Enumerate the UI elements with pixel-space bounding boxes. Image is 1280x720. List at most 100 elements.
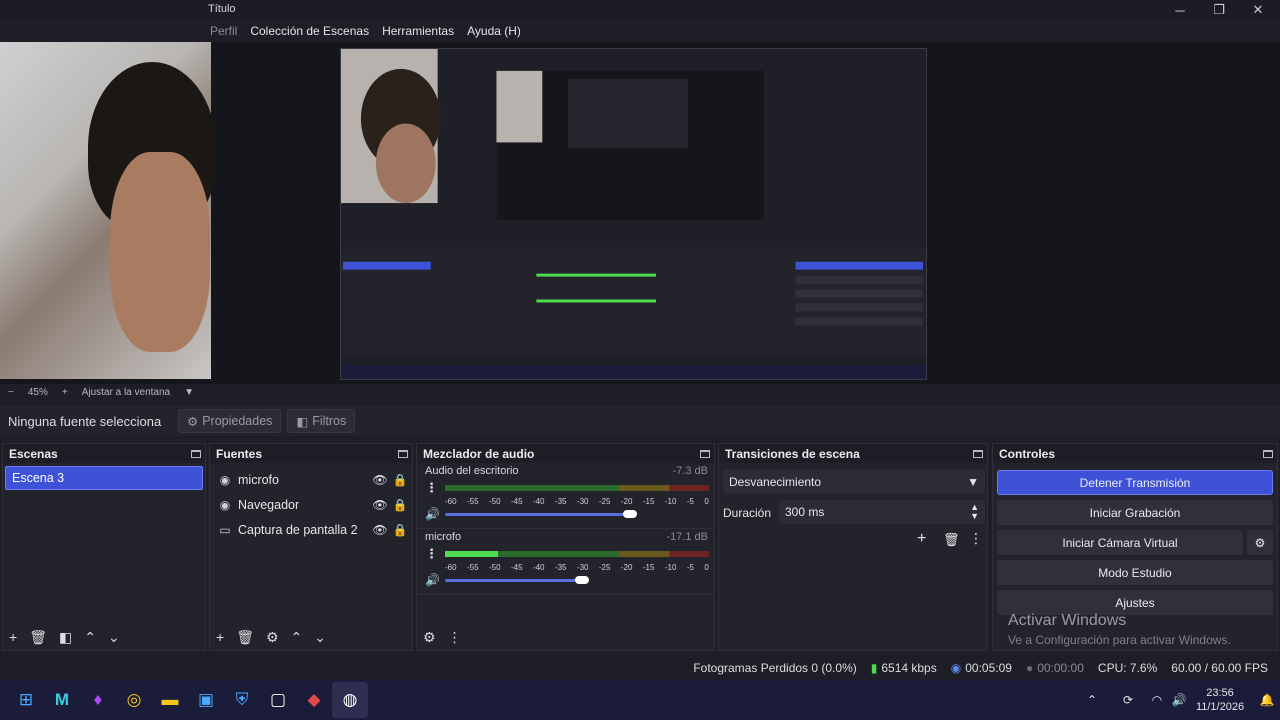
- chevron-up-icon[interactable]: ⌃: [84, 629, 96, 646]
- app-red-icon[interactable]: ◆: [296, 682, 332, 718]
- transitions-dock: Transiciones de escena Desvanecimiento ▼…: [718, 443, 988, 651]
- start-virtual-camera-button[interactable]: Iniciar Cámara Virtual: [997, 530, 1243, 555]
- channel-name: microfo: [425, 531, 462, 543]
- volume-knob[interactable]: [622, 510, 637, 518]
- app-m-icon[interactable]: M: [44, 682, 80, 718]
- source-item[interactable]: ◉ microfo 👁 🔒: [210, 467, 412, 492]
- undock-icon[interactable]: [1263, 449, 1273, 458]
- chrome-icon[interactable]: ◎: [116, 682, 152, 718]
- speaker-icon[interactable]: 🔊: [425, 507, 440, 521]
- meter-tick-label: -25: [598, 563, 611, 572]
- volume-knob[interactable]: [575, 576, 590, 584]
- meter-tick-label: -55: [466, 563, 479, 572]
- chevron-down-icon[interactable]: ⌄: [108, 629, 120, 646]
- store-icon[interactable]: ▣: [188, 682, 224, 718]
- monitor-icon: ▭: [219, 522, 231, 537]
- undock-icon[interactable]: [973, 449, 983, 458]
- volume-slider[interactable]: [445, 513, 630, 516]
- record-icon: ●: [1025, 661, 1034, 675]
- meter-tick-label: 0: [704, 497, 709, 506]
- scene-item[interactable]: Escena 3: [5, 466, 203, 490]
- meter-tick-label: -35: [554, 563, 567, 572]
- windows-start-icon[interactable]: ⊞: [8, 682, 44, 718]
- meter-tick-label: -10: [664, 563, 677, 572]
- app-shield-icon[interactable]: ♦: [80, 682, 116, 718]
- kebab-menu-icon[interactable]: ⋮: [448, 629, 462, 646]
- obs-icon[interactable]: ◍: [332, 682, 368, 718]
- speaker-icon[interactable]: 🔊: [425, 573, 440, 587]
- gear-icon[interactable]: ⚙: [266, 629, 279, 646]
- stop-stream-button[interactable]: Detener Transmisión: [997, 470, 1273, 495]
- chevron-up-icon[interactable]: ⌃: [291, 629, 303, 646]
- duration-input[interactable]: 300 ms ▲ ▼: [779, 500, 985, 524]
- lock-icon[interactable]: 🔒: [392, 473, 408, 487]
- eye-icon[interactable]: 👁: [372, 473, 388, 487]
- wifi-icon[interactable]: ◠: [1146, 682, 1168, 718]
- menu-herramientas[interactable]: Herramientas: [382, 24, 454, 38]
- volume-icon[interactable]: 🔊: [1168, 682, 1190, 718]
- menu-bar: Perfil Colección de Escenas Herramientas…: [210, 20, 521, 42]
- zoom-out-button[interactable]: −: [8, 387, 14, 398]
- security-icon[interactable]: ⛨: [224, 682, 260, 718]
- scenes-dock: Escenas Escena 3 + 🗑 ◧ ⌃ ⌄: [2, 443, 206, 651]
- add-icon[interactable]: +: [917, 530, 926, 548]
- zoom-in-button[interactable]: +: [62, 387, 68, 398]
- audio-mixer-dock: Mezclador de audio Audio del escritorio …: [416, 443, 715, 651]
- channel-db: -7.3 dB: [672, 465, 708, 477]
- minimize-button[interactable]: ─: [1160, 0, 1200, 20]
- zoom-bar: − 45% + Ajustar a la ventana ▼: [0, 384, 1280, 400]
- source-item[interactable]: ◉ Navegador 👁 🔒: [210, 492, 412, 517]
- kebab-menu-icon[interactable]: ⋮: [425, 547, 438, 560]
- kebab-menu-icon[interactable]: ⋮: [969, 530, 983, 547]
- lock-icon[interactable]: 🔒: [392, 523, 408, 537]
- trash-icon[interactable]: 🗑: [943, 532, 960, 548]
- kebab-menu-icon[interactable]: ⋮: [425, 481, 438, 494]
- menu-perfil[interactable]: Perfil: [210, 24, 237, 38]
- chevron-up-icon[interactable]: ⌃: [1074, 682, 1110, 718]
- mixer-title: Mezclador de audio: [423, 446, 535, 461]
- folder-icon[interactable]: ▬: [152, 682, 188, 718]
- meter-tick-label: -30: [576, 563, 589, 572]
- meter-tick-label: -60: [445, 563, 457, 572]
- fit-window-label[interactable]: Ajustar a la ventana: [82, 387, 170, 398]
- gear-icon[interactable]: ⚙: [423, 629, 436, 646]
- add-icon[interactable]: +: [216, 629, 224, 645]
- dropped-frames: Fotogramas Perdidos 0 (0.0%): [693, 661, 857, 675]
- lock-icon[interactable]: 🔒: [392, 498, 408, 512]
- zoom-dropdown-icon[interactable]: ▼: [184, 387, 194, 398]
- meter-tick-label: -40: [532, 497, 545, 506]
- undock-icon[interactable]: [700, 449, 710, 458]
- mixer-channel: Audio del escritorio -7.3 dB ⋮ -60 -55 -50…: [417, 463, 714, 529]
- meter-tick-label: -5: [686, 563, 694, 572]
- add-icon[interactable]: +: [9, 629, 17, 645]
- app-box-icon[interactable]: ▢: [260, 682, 296, 718]
- undock-icon[interactable]: [398, 449, 408, 458]
- studio-mode-button[interactable]: Modo Estudio: [997, 560, 1273, 585]
- menu-ayuda[interactable]: Ayuda (H): [467, 24, 521, 38]
- globe-icon: ◉: [219, 497, 231, 512]
- clock[interactable]: 23:56 11/1/2026: [1190, 686, 1250, 714]
- properties-button[interactable]: ⚙ Propiedades: [178, 409, 282, 433]
- spin-icon[interactable]: ▲ ▼: [970, 503, 979, 521]
- notification-icon[interactable]: 🔔: [1254, 682, 1280, 718]
- volume-slider[interactable]: [445, 579, 583, 582]
- menu-coleccion-escenas[interactable]: Colección de Escenas: [250, 24, 369, 38]
- transition-select[interactable]: Desvanecimiento ▼: [723, 470, 985, 494]
- meter-tick-label: -10: [664, 497, 677, 506]
- source-item[interactable]: ▭ Captura de pantalla 2 👁 🔒: [210, 517, 412, 542]
- close-button[interactable]: ✕: [1238, 0, 1278, 20]
- eye-icon[interactable]: 👁: [372, 498, 388, 512]
- trash-icon[interactable]: 🗑: [29, 629, 47, 646]
- undock-icon[interactable]: [191, 449, 201, 458]
- maximize-button[interactable]: ❐: [1199, 0, 1239, 20]
- filters-button[interactable]: ◧ Filtros: [287, 409, 356, 433]
- eye-icon[interactable]: 👁: [372, 523, 388, 537]
- chevron-down-icon[interactable]: ⌄: [314, 629, 326, 646]
- meter-tick-label: -50: [488, 563, 501, 572]
- clock-date: 11/1/2026: [1195, 701, 1245, 713]
- start-recording-button[interactable]: Iniciar Grabación: [997, 500, 1273, 525]
- virtual-camera-settings-icon[interactable]: ⚙: [1247, 530, 1273, 555]
- filter-icon[interactable]: ◧: [59, 629, 72, 646]
- trash-icon[interactable]: 🗑: [236, 629, 254, 646]
- sync-icon[interactable]: ⟳: [1110, 682, 1146, 718]
